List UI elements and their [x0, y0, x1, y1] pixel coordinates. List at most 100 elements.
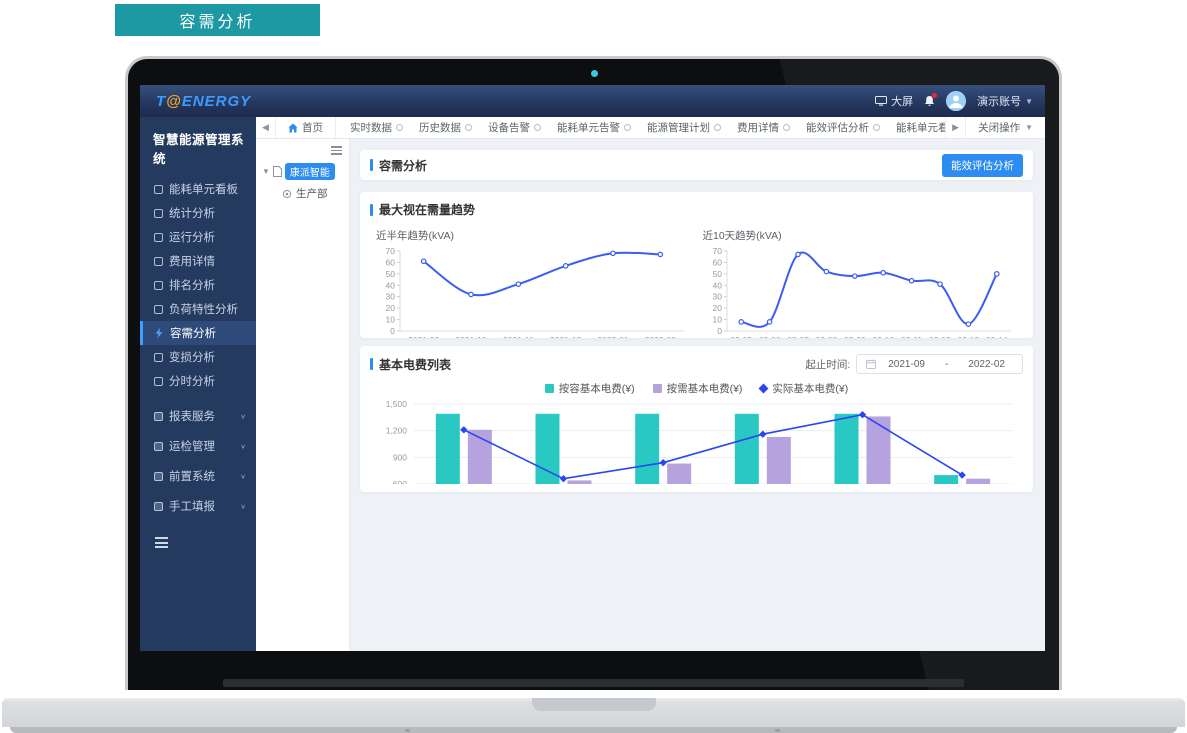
- fees-chart-legend: 按容基本电费(¥) 按需基本电费(¥) 实际基本电费(¥): [370, 381, 1023, 396]
- sidebar-item-label: 排名分析: [169, 277, 215, 293]
- svg-text:2022-02: 2022-02: [645, 335, 676, 338]
- stats-icon: [154, 209, 163, 218]
- person-icon: [946, 91, 966, 111]
- sidebar-item-label: 统计分析: [169, 205, 215, 221]
- chevron-down-icon: ∨: [240, 412, 246, 419]
- ten-day-chart-title: 近10天趋势(kVA): [703, 228, 1024, 243]
- account-menu[interactable]: 演示账号 ▼: [977, 93, 1033, 109]
- sidebar-item-分时分析[interactable]: 分时分析: [140, 369, 256, 393]
- legend-item-实际基本电费(¥)[interactable]: 实际基本电费(¥): [760, 381, 848, 396]
- fees-bar-chart[interactable]: 1,5001,200900600: [372, 396, 1022, 484]
- tree-child-node[interactable]: 生产部: [282, 186, 345, 201]
- sidebar-item-统计分析[interactable]: 统计分析: [140, 201, 256, 225]
- svg-text:02-12: 02-12: [929, 335, 951, 338]
- chevron-down-icon: ▼: [1025, 97, 1033, 106]
- sidebar-group-运检管理[interactable]: 运检管理∨: [140, 431, 256, 461]
- svg-text:70: 70: [386, 246, 396, 256]
- sidebar-item-负荷特性分析[interactable]: 负荷特性分析: [140, 297, 256, 321]
- sidebar-group-label: 运检管理: [169, 438, 215, 454]
- tab-close-icon[interactable]: [534, 124, 541, 131]
- svg-text:50: 50: [386, 269, 396, 279]
- sidebar-collapse-button[interactable]: [155, 537, 168, 551]
- tab-home[interactable]: 首页: [276, 117, 336, 138]
- cost-icon: [154, 257, 163, 266]
- tab-能效评估分析[interactable]: 能效评估分析: [798, 120, 888, 135]
- demand-trend-card: 最大视在需量趋势 近半年趋势(kVA) 0102030405060702021-…: [360, 192, 1033, 338]
- tab-历史数据[interactable]: 历史数据: [411, 120, 480, 135]
- avatar[interactable]: [946, 91, 966, 111]
- title-accent-bar: [370, 204, 373, 216]
- tab-费用详情[interactable]: 费用详情: [729, 120, 798, 135]
- sidebar-group-报表服务[interactable]: 报表服务 ∨: [140, 401, 256, 431]
- webcam-dot: [591, 70, 598, 77]
- sidebar-item-label: 负荷特性分析: [169, 301, 238, 317]
- tab-close-icon[interactable]: [873, 124, 880, 131]
- topbar: T@ENERGY 大屏 演示账号 ▼: [140, 85, 1045, 117]
- date-end-value: 2022-02: [960, 359, 1013, 370]
- svg-text:40: 40: [386, 280, 396, 290]
- tab-close-icon[interactable]: [783, 124, 790, 131]
- trend-section-title: 最大视在需量趋势: [379, 201, 475, 218]
- sidebar: 智慧能源管理系统 能耗单元看板统计分析运行分析费用详情排名分析负荷特性分析容需分…: [140, 117, 256, 651]
- sidebar-group-手工填报[interactable]: 手工填报∨: [140, 491, 256, 521]
- legend-item-按容基本电费(¥)[interactable]: 按容基本电费(¥): [545, 381, 635, 396]
- tab-close-icon[interactable]: [624, 124, 631, 131]
- svg-text:10: 10: [712, 315, 722, 325]
- tab-close-icon[interactable]: [465, 124, 472, 131]
- app-logo: T@ENERGY: [156, 93, 251, 110]
- time-icon: [154, 377, 163, 386]
- tree-expand-caret[interactable]: ▼: [262, 167, 270, 176]
- org-tree-panel: ▼ 康派智能 生产部: [256, 139, 350, 651]
- tabs-scroll-left-button[interactable]: ◀: [256, 117, 276, 138]
- efficiency-eval-button[interactable]: 能效评估分析: [942, 154, 1023, 177]
- rank-icon: [154, 281, 163, 290]
- sidebar-item-排名分析[interactable]: 排名分析: [140, 273, 256, 297]
- run-icon: [154, 233, 163, 242]
- tree-node-selected[interactable]: 康派智能: [285, 163, 335, 180]
- close-operations-menu[interactable]: 关闭操作 ▼: [965, 117, 1045, 138]
- tab-close-icon[interactable]: [714, 124, 721, 131]
- title-accent-bar: [370, 358, 373, 370]
- tabs-scroll-right-button[interactable]: ▶: [945, 117, 965, 138]
- tab-close-icon[interactable]: [396, 124, 403, 131]
- sidebar-item-label: 容需分析: [170, 325, 216, 341]
- sidebar-item-label: 变损分析: [169, 349, 215, 365]
- big-screen-button[interactable]: 大屏: [875, 93, 913, 109]
- ten-day-line-chart[interactable]: 01020304050607002-0502-0602-0702-0802-09…: [697, 243, 1019, 338]
- tab-设备告警[interactable]: 设备告警: [480, 120, 549, 135]
- tab-能耗单元告警[interactable]: 能耗单元告警: [549, 120, 639, 135]
- report-icon: [154, 412, 163, 421]
- legend-item-按需基本电费(¥)[interactable]: 按需基本电费(¥): [653, 381, 743, 396]
- notification-dot: [932, 93, 937, 98]
- sidebar-item-能耗单元看板[interactable]: 能耗单元看板: [140, 177, 256, 201]
- sidebar-item-运行分析[interactable]: 运行分析: [140, 225, 256, 249]
- sidebar-group-label: 报表服务: [169, 408, 215, 424]
- monitor-icon: [875, 96, 887, 106]
- tab-能耗单元看板[interactable]: 能耗单元看板: [888, 120, 945, 135]
- svg-text:02-13: 02-13: [957, 335, 979, 338]
- sidebar-item-费用详情[interactable]: 费用详情: [140, 249, 256, 273]
- notifications-button[interactable]: [924, 95, 935, 107]
- date-range-picker[interactable]: 2021-09 - 2022-02: [856, 354, 1023, 374]
- svg-text:20: 20: [712, 303, 722, 313]
- sidebar-menu: 能耗单元看板统计分析运行分析费用详情排名分析负荷特性分析容需分析变损分析分时分析: [140, 177, 256, 393]
- tree-collapse-button[interactable]: [331, 146, 342, 157]
- half-year-line-chart[interactable]: 0102030405060702021-092021-102021-112021…: [370, 243, 692, 338]
- svg-text:1,500: 1,500: [385, 399, 407, 409]
- tabs-list: 实时数据历史数据设备告警能耗单元告警能源管理计划费用详情能效评估分析能耗单元看板…: [336, 120, 945, 135]
- svg-text:60: 60: [712, 257, 722, 267]
- sidebar-group-前置系统[interactable]: 前置系统∨: [140, 461, 256, 491]
- sidebar-item-变损分析[interactable]: 变损分析: [140, 345, 256, 369]
- sidebar-group-label: 手工填报: [169, 498, 215, 514]
- page-header-card: 容需分析 能效评估分析: [360, 150, 1033, 180]
- tab-实时数据[interactable]: 实时数据: [342, 120, 411, 135]
- sidebar-item-label: 运行分析: [169, 229, 215, 245]
- tab-能源管理计划[interactable]: 能源管理计划: [639, 120, 729, 135]
- sidebar-groups: 报表服务 ∨ 运检管理∨前置系统∨手工填报∨: [140, 401, 256, 521]
- laptop-base-bottom: [10, 727, 1177, 733]
- svg-text:1,200: 1,200: [385, 426, 407, 436]
- svg-text:20: 20: [386, 303, 396, 313]
- svg-text:900: 900: [392, 452, 406, 462]
- sidebar-item-容需分析[interactable]: 容需分析: [140, 321, 256, 345]
- svg-text:2022-01: 2022-01: [597, 335, 628, 338]
